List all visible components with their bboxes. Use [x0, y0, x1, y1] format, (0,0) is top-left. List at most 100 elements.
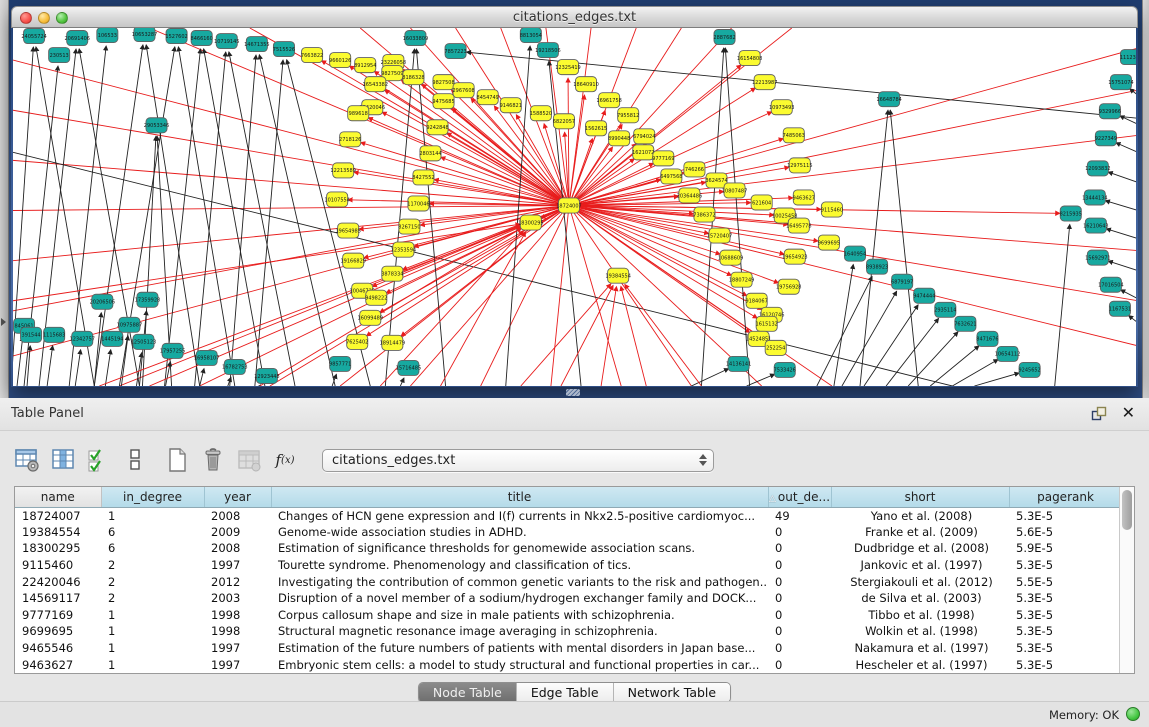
cell-short[interactable]: Tibbo et al. (1998)	[831, 607, 1009, 624]
network-window-titlebar[interactable]: citations_edges.txt	[11, 6, 1138, 28]
cell-title[interactable]: Investigating the contribution of common…	[271, 573, 768, 590]
select-all-checks-icon[interactable]	[86, 447, 112, 473]
cell-pagerank[interactable]: 5.3E-5	[1009, 623, 1119, 640]
table-row[interactable]: 911546021997Tourette syndrome. Phenomeno…	[15, 557, 1119, 574]
cell-short[interactable]: Yano et al. (2008)	[831, 507, 1009, 524]
cell-name[interactable]: 19384554	[15, 524, 101, 541]
cell-year[interactable]: 2008	[204, 507, 271, 524]
table-row[interactable]: 2242004622012Investigating the contribut…	[15, 573, 1119, 590]
cell-year[interactable]: 1998	[204, 607, 271, 624]
cell-out-de-[interactable]: 0	[768, 540, 831, 557]
cell-title[interactable]: Estimation of significance thresholds fo…	[271, 540, 768, 557]
cell-name[interactable]: 9699695	[15, 623, 101, 640]
cell-out-de-[interactable]: 0	[768, 573, 831, 590]
cell-year[interactable]: 2008	[204, 540, 271, 557]
close-icon[interactable]: ✕	[1122, 403, 1135, 422]
cell-short[interactable]: Dudbridge et al. (2008)	[831, 540, 1009, 557]
cell-name[interactable]: 18724007	[15, 507, 101, 524]
cell-name[interactable]: 14569117	[15, 590, 101, 607]
cell-in-degree[interactable]: 1	[101, 507, 204, 524]
column-header-in-degree[interactable]: in_degree	[101, 487, 204, 507]
column-header-name[interactable]: name	[15, 487, 101, 507]
cell-year[interactable]: 1997	[204, 656, 271, 673]
window-close-icon[interactable]	[20, 12, 32, 24]
cell-out-de-[interactable]: 0	[768, 524, 831, 541]
cell-in-degree[interactable]: 2	[101, 557, 204, 574]
cell-name[interactable]: 22420046	[15, 573, 101, 590]
cell-pagerank[interactable]: 5.5E-5	[1009, 573, 1119, 590]
cell-name[interactable]: 9777169	[15, 607, 101, 624]
scrollbar-thumb[interactable]	[1122, 490, 1132, 530]
cell-in-degree[interactable]: 1	[101, 656, 204, 673]
cell-in-degree[interactable]: 1	[101, 623, 204, 640]
cell-title[interactable]: Changes of HCN gene expression and I(f) …	[271, 507, 768, 524]
cell-pagerank[interactable]: 5.3E-5	[1009, 590, 1119, 607]
node-attribute-table[interactable]: namein_degreeyeartitle△out_de...shortpag…	[15, 487, 1119, 673]
cell-title[interactable]: Embryonic stem cells: a model to study s…	[271, 656, 768, 673]
column-header-title[interactable]: title	[271, 487, 768, 507]
cell-short[interactable]: de Silva et al. (2003)	[831, 590, 1009, 607]
window-zoom-icon[interactable]	[56, 12, 68, 24]
column-header-short[interactable]: short	[831, 487, 1009, 507]
table-row[interactable]: 1872400712008Changes of HCN gene express…	[15, 507, 1119, 524]
cell-out-de-[interactable]: 0	[768, 557, 831, 574]
cell-title[interactable]: Structural magnetic resonance image aver…	[271, 623, 768, 640]
cell-out-de-[interactable]: 0	[768, 590, 831, 607]
create-table-icon[interactable]	[164, 447, 190, 473]
window-minimize-icon[interactable]	[38, 12, 50, 24]
cell-pagerank[interactable]: 5.6E-5	[1009, 524, 1119, 541]
column-header-year[interactable]: year	[204, 487, 271, 507]
show-columns-icon[interactable]	[50, 447, 76, 473]
tab-node-table[interactable]: Node Table	[419, 683, 516, 702]
cell-short[interactable]: Wolkin et al. (1998)	[831, 623, 1009, 640]
cell-title[interactable]: Tourette syndrome. Phenomenology and cla…	[271, 557, 768, 574]
cell-pagerank[interactable]: 5.3E-5	[1009, 656, 1119, 673]
cell-year[interactable]: 2009	[204, 524, 271, 541]
cell-short[interactable]: Nakamura et al. (1997)	[831, 640, 1009, 657]
cell-title[interactable]: Genome-wide association studies in ADHD.	[271, 524, 768, 541]
table-row[interactable]: 1456911722003Disruption of a novel membe…	[15, 590, 1119, 607]
cell-in-degree[interactable]: 6	[101, 524, 204, 541]
cell-out-de-[interactable]: 49	[768, 507, 831, 524]
table-selector-dropdown[interactable]: citations_edges.txt	[322, 449, 714, 472]
cell-out-de-[interactable]: 0	[768, 623, 831, 640]
cell-short[interactable]: Stergiakouli et al. (2012)	[831, 573, 1009, 590]
cell-pagerank[interactable]: 5.3E-5	[1009, 507, 1119, 524]
cell-pagerank[interactable]: 5.3E-5	[1009, 640, 1119, 657]
function-builder-icon[interactable]: f(x)	[272, 447, 298, 473]
cell-name[interactable]: 9465546	[15, 640, 101, 657]
float-panel-icon[interactable]	[1091, 406, 1107, 422]
row-height-icon[interactable]	[122, 447, 148, 473]
table-row[interactable]: 1830029562008Estimation of significance …	[15, 540, 1119, 557]
cell-title[interactable]: Estimation of the future numbers of pati…	[271, 640, 768, 657]
cell-year[interactable]: 1997	[204, 557, 271, 574]
cell-pagerank[interactable]: 5.3E-5	[1009, 607, 1119, 624]
cell-name[interactable]: 18300295	[15, 540, 101, 557]
panel-collapse-arrow-icon[interactable]	[1, 318, 6, 326]
cell-year[interactable]: 1997	[204, 640, 271, 657]
table-options-icon[interactable]	[14, 447, 40, 473]
cell-name[interactable]: 9463627	[15, 656, 101, 673]
cell-year[interactable]: 1998	[204, 623, 271, 640]
cell-pagerank[interactable]: 5.9E-5	[1009, 540, 1119, 557]
table-row[interactable]: 969969511998Structural magnetic resonanc…	[15, 623, 1119, 640]
citation-network-graph[interactable]: 1872400776638229660126891295423226058982…	[13, 28, 1136, 386]
cell-short[interactable]: Franke et al. (2009)	[831, 524, 1009, 541]
table-row[interactable]: 977716911998Corpus callosum shape and si…	[15, 607, 1119, 624]
cell-in-degree[interactable]: 2	[101, 590, 204, 607]
table-row[interactable]: 946554611997Estimation of the future num…	[15, 640, 1119, 657]
tab-edge-table[interactable]: Edge Table	[516, 683, 613, 702]
splitter-handle[interactable]	[566, 389, 580, 396]
cell-out-de-[interactable]: 0	[768, 656, 831, 673]
cell-year[interactable]: 2003	[204, 590, 271, 607]
cell-year[interactable]: 2012	[204, 573, 271, 590]
column-header-pagerank[interactable]: pagerank	[1009, 487, 1119, 507]
cell-in-degree[interactable]: 1	[101, 607, 204, 624]
cell-name[interactable]: 9115460	[15, 557, 101, 574]
import-table-icon[interactable]	[236, 447, 262, 473]
cell-out-de-[interactable]: 0	[768, 640, 831, 657]
vertical-scrollbar[interactable]	[1119, 487, 1134, 673]
cell-title[interactable]: Corpus callosum shape and size in male p…	[271, 607, 768, 624]
cell-title[interactable]: Disruption of a novel member of a sodium…	[271, 590, 768, 607]
cell-in-degree[interactable]: 6	[101, 540, 204, 557]
